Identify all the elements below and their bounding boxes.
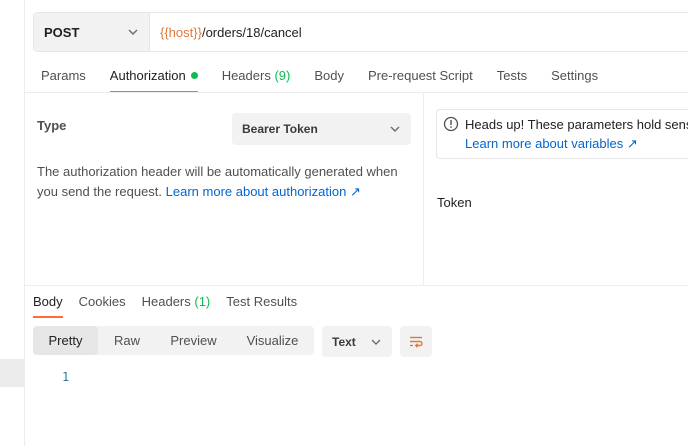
url-variable: {{host}} [160,24,202,40]
response-divider[interactable] [25,285,688,286]
notice-title: Heads up! These parameters hold sensi [465,117,688,132]
tab-authorization[interactable]: Authorization [109,62,198,94]
tab-settings[interactable]: Settings [551,62,598,94]
response-format-value: Text [332,334,356,349]
view-visualize-button[interactable]: Visualize [231,326,314,355]
auth-description: The authorization header will be automat… [37,164,398,199]
auth-type-select[interactable]: Bearer Token [232,113,411,145]
request-url-bar: POST {{host}}/orders/18/cancel [33,12,688,52]
tab-headers[interactable]: Headers (9) [222,62,291,94]
auth-type-label: Type [37,118,67,133]
url-path: /orders/18/cancel [201,24,302,40]
wrap-lines-button[interactable] [400,326,432,357]
view-preview-button[interactable]: Preview [156,326,231,355]
headers-count: (9) [274,68,291,83]
learn-more-authorization-link[interactable]: Learn more about authorization ↗ [166,184,361,199]
chevron-down-icon [371,339,381,345]
tab-pre-request-script[interactable]: Pre-request Script [368,62,473,94]
method-label: POST [44,24,80,40]
chevron-down-icon [390,126,400,132]
method-select[interactable]: POST [34,13,150,51]
sidebar-selected-item[interactable] [0,359,24,387]
response-format-select[interactable]: Text [322,326,392,357]
wrap-lines-icon [410,336,423,348]
tabs-divider [25,92,688,93]
auth-type-value: Bearer Token [242,122,318,136]
left-sidebar-strip [0,0,25,446]
response-tab-cookies[interactable]: Cookies [79,288,126,320]
chevron-down-icon [128,29,138,35]
editor-line-number: 1 [62,370,70,384]
status-dot-icon [190,72,198,79]
response-view-modes: Pretty Raw Preview Visualize [33,326,314,355]
view-pretty-button[interactable]: Pretty [33,326,98,355]
url-input[interactable]: {{host}}/orders/18/cancel [150,13,688,51]
tab-params[interactable]: Params [41,62,86,94]
learn-more-variables-link[interactable]: Learn more about variables ↗ [465,136,638,152]
tab-body[interactable]: Body [314,62,344,94]
response-tabs: Body Cookies Headers (1) Test Results [33,288,313,320]
request-tabs: Params Authorization Headers (9) Body Pr… [33,62,622,94]
tab-tests[interactable]: Tests [497,62,527,94]
token-label: Token [437,195,472,210]
auth-pane-divider [423,93,424,285]
response-tab-test-results[interactable]: Test Results [226,288,297,320]
response-tab-body[interactable]: Body [33,288,63,320]
info-icon [443,116,459,132]
view-raw-button[interactable]: Raw [98,326,156,355]
response-tab-headers[interactable]: Headers (1) [142,288,211,320]
variables-notice: Heads up! These parameters hold sensi Le… [436,109,688,159]
response-headers-count: (1) [194,294,211,309]
